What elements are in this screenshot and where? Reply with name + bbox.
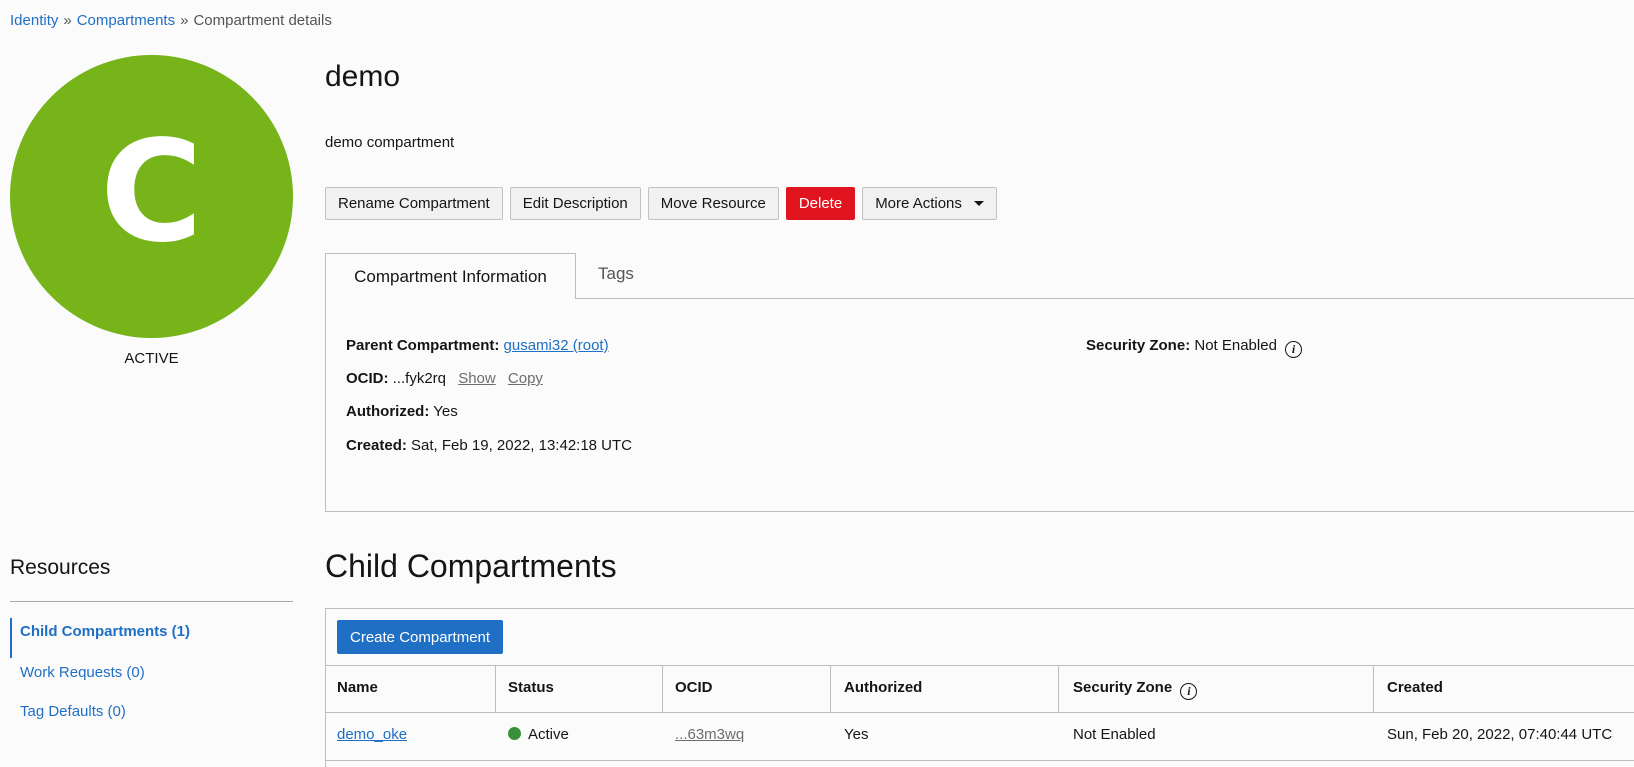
table-cell-name: demo_oke: [337, 726, 407, 743]
ocid-field: OCID: ...fyk2rq Show Copy: [346, 370, 543, 387]
table-header-top-border: [325, 665, 1634, 666]
table-cell-ocid: ...63m3wq: [675, 726, 744, 743]
column-header-security-zone[interactable]: Security Zone i: [1073, 679, 1198, 700]
table-cell-security-zone: Not Enabled: [1073, 726, 1156, 743]
security-zone-value: Not Enabled: [1194, 337, 1277, 354]
parent-compartment-label: Parent Compartment:: [346, 337, 500, 354]
ocid-show-link[interactable]: Show: [458, 370, 496, 387]
parent-compartment-link[interactable]: gusami32 (root): [504, 337, 609, 354]
compartment-info-panel: [325, 298, 1634, 512]
ocid-link[interactable]: ...63m3wq: [675, 726, 744, 743]
avatar-letter: C: [100, 110, 203, 274]
breadcrumb-separator: »: [63, 12, 72, 29]
created-value: Sat, Feb 19, 2022, 13:42:18 UTC: [411, 437, 633, 454]
tab-compartment-information[interactable]: Compartment Information: [325, 253, 576, 299]
created-label: Created:: [346, 437, 407, 454]
authorized-label: Authorized:: [346, 403, 430, 420]
column-header-name[interactable]: Name: [337, 679, 378, 696]
security-zone-field: Security Zone: Not Enabled i: [1086, 337, 1303, 358]
column-header-security-zone-label: Security Zone: [1073, 679, 1173, 696]
resources-item-child-compartments[interactable]: Child Compartments (1): [20, 623, 190, 640]
compartment-description: demo compartment: [325, 134, 455, 151]
rename-compartment-button[interactable]: Rename Compartment: [325, 187, 503, 220]
caret-down-icon: [973, 201, 984, 206]
info-icon[interactable]: i: [1180, 683, 1198, 700]
table-cell-status: Active: [508, 726, 569, 743]
ocid-copy-link[interactable]: Copy: [508, 370, 543, 387]
created-field: Created: Sat, Feb 19, 2022, 13:42:18 UTC: [346, 437, 632, 454]
column-header-status[interactable]: Status: [508, 679, 554, 696]
more-actions-button[interactable]: More Actions: [862, 187, 997, 220]
resources-divider: [10, 601, 293, 602]
more-actions-label: More Actions: [875, 195, 962, 212]
resources-item-work-requests[interactable]: Work Requests (0): [20, 664, 145, 681]
action-toolbar: Rename Compartment Edit Description Move…: [325, 187, 997, 220]
create-compartment-button[interactable]: Create Compartment: [337, 620, 504, 654]
table-row-border: [325, 760, 1634, 761]
breadcrumb-identity[interactable]: Identity: [10, 12, 58, 29]
column-divider: [1373, 665, 1374, 712]
compartment-avatar: C: [10, 55, 293, 338]
column-divider: [662, 665, 663, 712]
breadcrumb: Identity» Compartments» Compartment detail…: [10, 12, 332, 29]
page-title: demo: [325, 60, 401, 93]
table-cell-created: Sun, Feb 20, 2022, 07:40:44 UTC: [1387, 726, 1613, 743]
breadcrumb-separator: »: [180, 12, 189, 29]
column-header-authorized[interactable]: Authorized: [844, 679, 922, 696]
info-icon[interactable]: i: [1285, 341, 1303, 358]
child-compartments-title: Child Compartments: [325, 548, 617, 584]
move-resource-button[interactable]: Move Resource: [647, 187, 779, 220]
authorized-value: Yes: [433, 403, 458, 420]
delete-button[interactable]: Delete: [785, 187, 856, 220]
security-zone-label: Security Zone:: [1086, 337, 1191, 354]
column-header-ocid[interactable]: OCID: [675, 679, 713, 696]
compartment-status: ACTIVE: [124, 350, 179, 367]
resources-title: Resources: [10, 556, 111, 579]
table-cell-authorized: Yes: [844, 726, 869, 743]
column-divider: [495, 665, 496, 712]
column-header-created[interactable]: Created: [1387, 679, 1443, 696]
authorized-field: Authorized: Yes: [346, 403, 458, 420]
column-divider: [1058, 665, 1059, 712]
status-text: Active: [528, 726, 569, 743]
status-active-dot-icon: [508, 727, 521, 740]
active-item-indicator: [10, 618, 12, 658]
resources-item-tag-defaults[interactable]: Tag Defaults (0): [20, 703, 126, 720]
breadcrumb-current: Compartment details: [193, 12, 332, 29]
parent-compartment-field: Parent Compartment: gusami32 (root): [346, 337, 609, 354]
breadcrumb-compartments[interactable]: Compartments: [77, 12, 175, 29]
ocid-value: ...fyk2rq: [392, 370, 447, 387]
column-divider: [830, 665, 831, 712]
edit-description-button[interactable]: Edit Description: [509, 187, 641, 220]
table-header-bottom-border: [325, 712, 1634, 713]
tab-tags[interactable]: Tags: [598, 264, 634, 284]
ocid-label: OCID:: [346, 370, 389, 387]
child-compartment-link[interactable]: demo_oke: [337, 726, 407, 743]
